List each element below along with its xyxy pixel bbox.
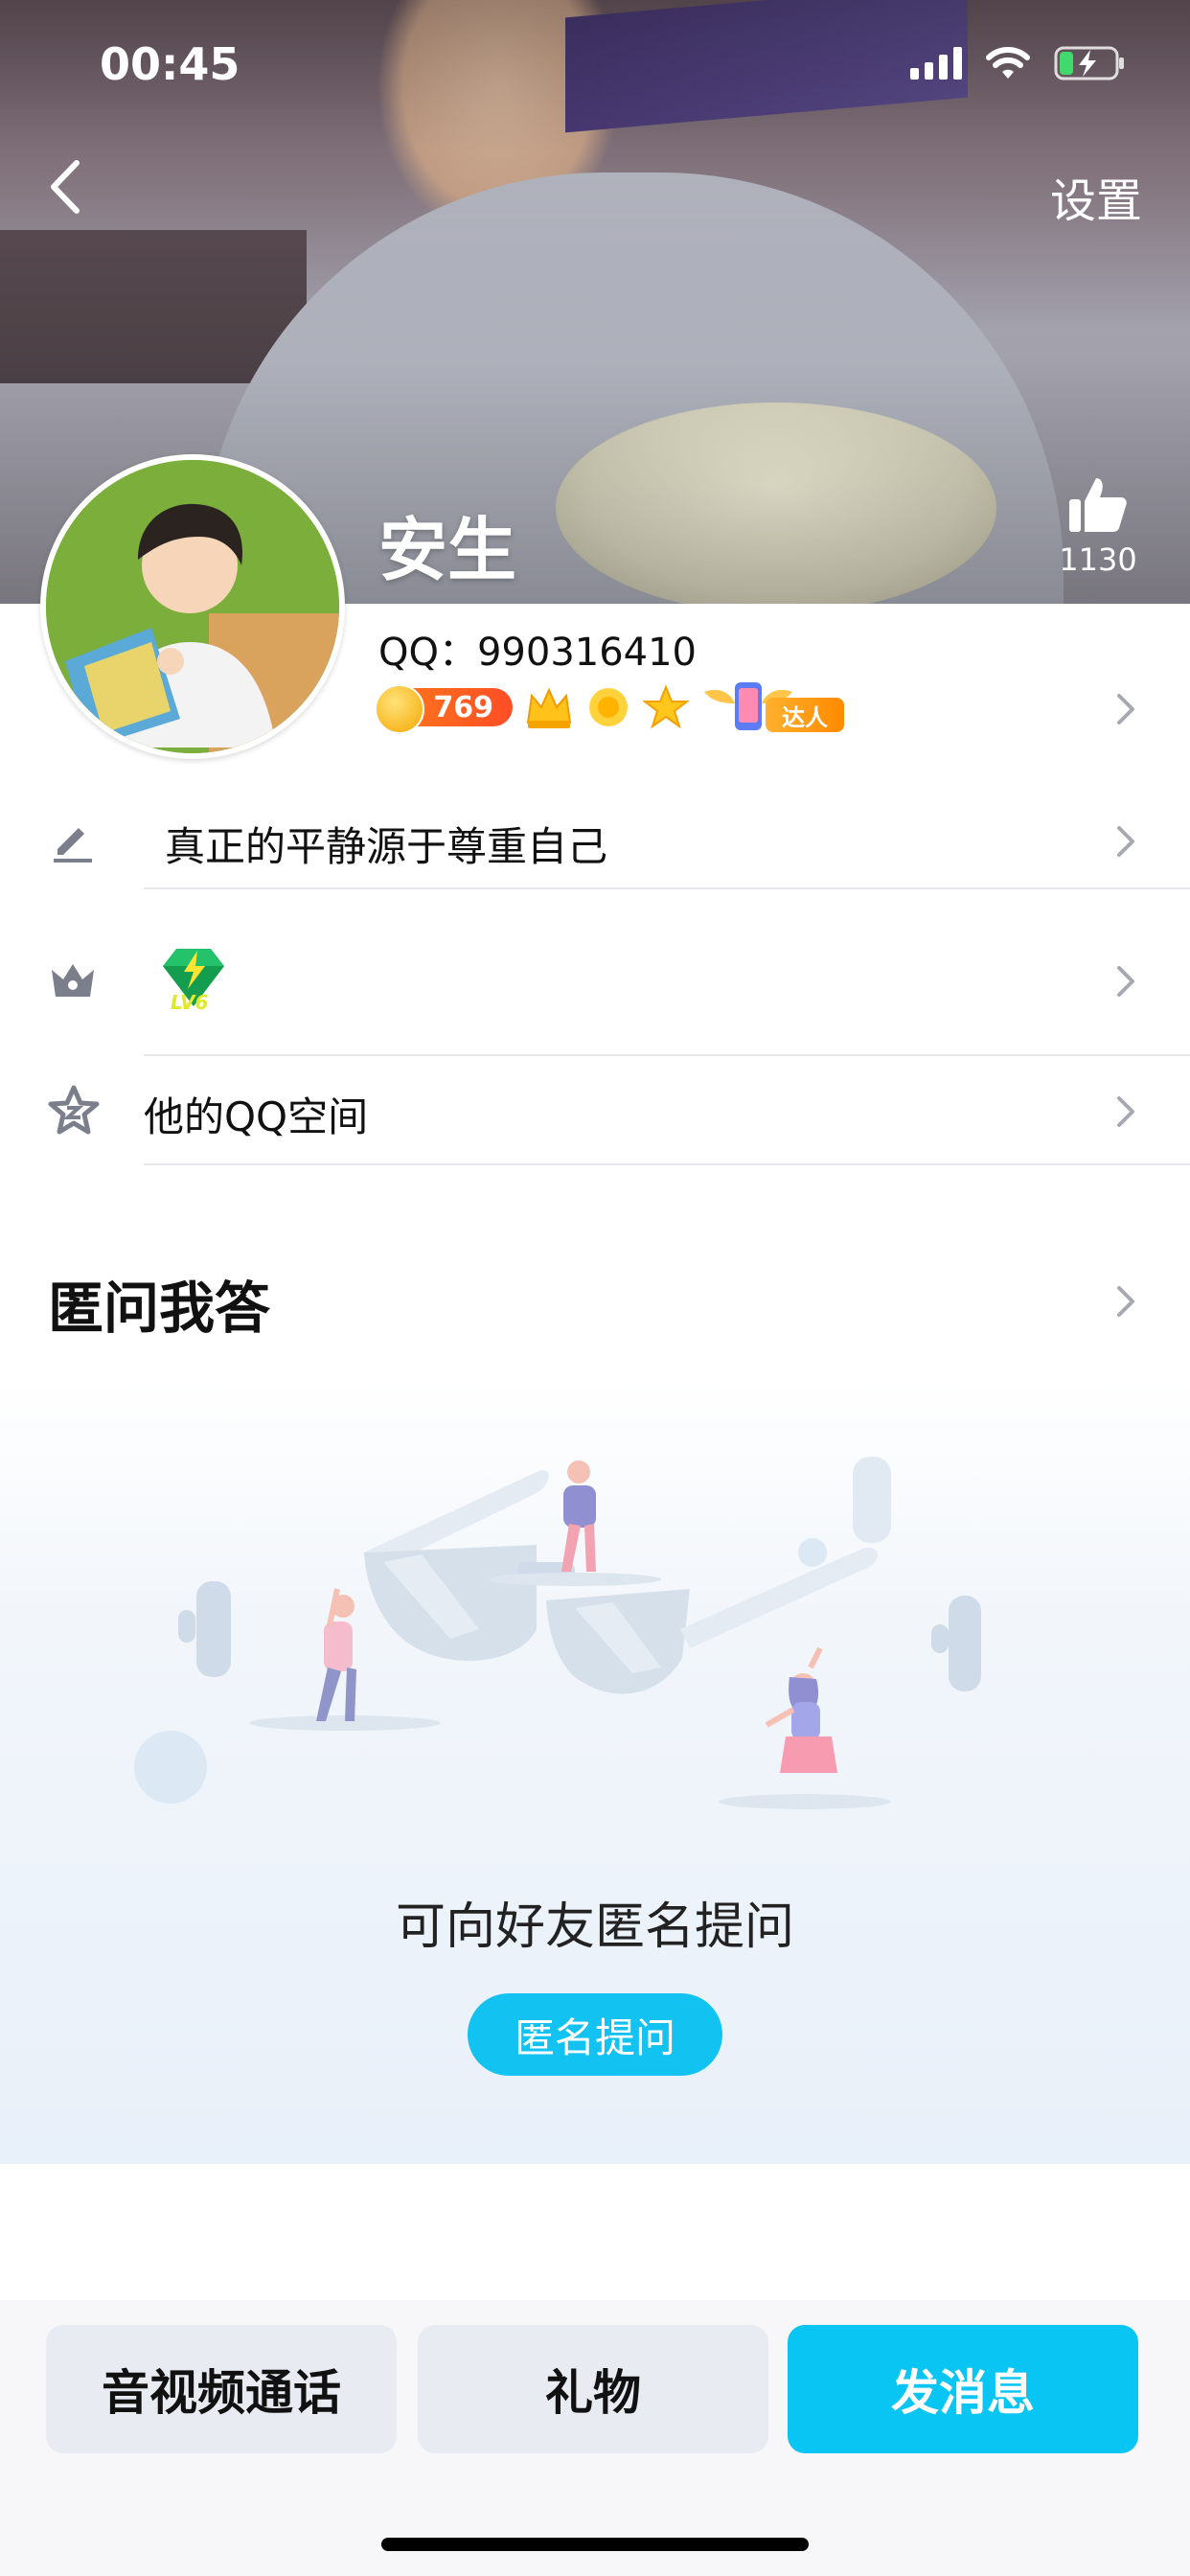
signature-text: 真正的平静源于尊重自己 — [165, 823, 608, 870]
profile-nickname: 安生 — [378, 510, 517, 590]
vip-chevron-icon — [1117, 966, 1134, 997]
ask-anonymously-button[interactable]: 匿名提问 — [468, 1993, 722, 2076]
divider — [144, 1054, 1190, 1056]
video-call-button[interactable]: 音视频通话 — [46, 2325, 397, 2453]
qzone-chevron-icon — [1117, 1096, 1134, 1127]
coin-icon — [375, 684, 424, 734]
star-icon — [643, 684, 689, 729]
home-indicator — [381, 2538, 809, 2551]
battery-charging-icon — [1054, 46, 1124, 80]
status-icons — [910, 44, 1127, 82]
signature-row[interactable]: 真正的平静源于尊重自己 — [0, 786, 1190, 891]
settings-button[interactable]: 设置 — [1050, 163, 1142, 230]
divider — [144, 887, 1190, 889]
qzone-link-text: 他的QQ空间 — [144, 1093, 369, 1140]
crown-icon — [526, 687, 572, 728]
like-button[interactable]: 1130 — [1050, 474, 1146, 578]
sun-icon — [589, 688, 628, 726]
daren-tag: 达人 — [766, 698, 844, 732]
anonymous-qa-chevron-icon[interactable] — [1111, 1280, 1140, 1322]
vip-level-row[interactable]: LV6 — [0, 920, 1190, 1045]
thumbs-up-icon — [1069, 478, 1127, 532]
status-time: 00:45 — [100, 38, 240, 90]
signature-chevron-icon — [1117, 826, 1134, 857]
divider — [144, 1163, 1190, 1165]
qa-illustration — [134, 1457, 981, 1809]
profile-info-chevron-icon[interactable] — [1111, 688, 1140, 730]
qzone-star-icon — [48, 1085, 100, 1135]
coin-level-value: 769 — [433, 690, 493, 724]
cellular-signal-icon — [910, 47, 962, 80]
qzone-row[interactable]: 他的QQ空间 — [0, 1064, 1190, 1163]
vip-level-badge: LV6 — [153, 939, 234, 1020]
like-count: 1130 — [1059, 541, 1137, 578]
vip-crown-icon — [52, 964, 94, 997]
pencil-icon — [54, 828, 92, 862]
back-button[interactable] — [38, 153, 96, 220]
anonymous-qa-prompt: 可向好友匿名提问 — [395, 1898, 794, 1956]
wifi-icon — [986, 47, 1030, 79]
send-message-button[interactable]: 发消息 — [788, 2325, 1138, 2453]
qq-number[interactable]: QQ：990316410 — [378, 621, 697, 677]
daren-badge[interactable]: 达人 — [700, 678, 844, 736]
gift-button[interactable]: 礼物 — [418, 2325, 768, 2453]
coin-level-badge[interactable]: 769 — [375, 684, 513, 734]
vip-level-text: LV6 — [171, 991, 209, 1014]
avatar[interactable] — [40, 454, 345, 759]
badge-row[interactable]: 769 达人 — [375, 678, 844, 736]
anonymous-qa-title[interactable]: 匿问我答 — [48, 1263, 270, 1344]
